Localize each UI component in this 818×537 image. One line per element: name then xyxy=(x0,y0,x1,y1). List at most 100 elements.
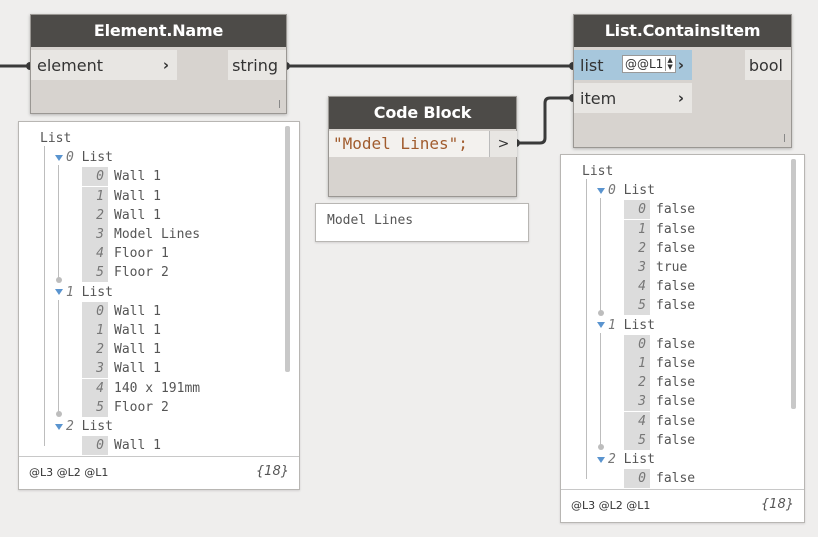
item-value: false xyxy=(656,279,696,295)
stepper-icon[interactable]: ▲ ▼ xyxy=(665,57,673,71)
expand-triangle-icon[interactable] xyxy=(597,322,605,329)
scrollbar[interactable] xyxy=(285,126,290,372)
item-value: Wall 1 xyxy=(114,361,161,377)
preview-footer: @L3 @L2 @L1 {18} xyxy=(561,489,804,522)
list-item: 1 false xyxy=(624,354,695,373)
list-item: 3 Model Lines xyxy=(82,225,200,244)
list-group[interactable]: 1 List xyxy=(55,283,113,302)
expand-triangle-icon[interactable] xyxy=(597,456,605,463)
code-editor[interactable]: "Model Lines"; xyxy=(329,131,489,157)
resize-grip-icon[interactable] xyxy=(784,134,785,142)
lacing-selector[interactable]: @@L1 ▲ ▼ xyxy=(622,55,676,73)
item-value: false xyxy=(656,413,696,429)
item-value: false xyxy=(656,202,696,218)
list-item: 0 false xyxy=(624,334,695,354)
item-value: Wall 1 xyxy=(114,438,161,454)
element-name-preview[interactable]: List 0 List 0 Wall 1 1 Wall 1 2 Wall 1 3 Model Li… xyxy=(18,121,300,490)
tree-guide-line xyxy=(600,332,601,447)
item-index: 5 xyxy=(624,296,650,316)
node-title: List.ContainsItem xyxy=(574,15,791,47)
list-item: 3 true xyxy=(624,258,687,277)
group-label: List xyxy=(615,183,655,199)
item-index: 5 xyxy=(624,430,650,450)
item-index: 2 xyxy=(624,238,650,258)
group-label: List xyxy=(615,452,655,467)
item-index: 0 xyxy=(624,469,650,489)
list-group[interactable]: 2 List xyxy=(55,417,113,436)
lacing-value: @@L1 xyxy=(625,57,664,71)
tree-guide-line xyxy=(44,146,45,446)
list-item: 0 Wall 1 xyxy=(82,436,161,456)
item-value: Wall 1 xyxy=(114,342,161,358)
scrollbar[interactable] xyxy=(791,159,796,409)
item-index: 1 xyxy=(624,354,650,373)
list-group[interactable]: 0 List xyxy=(597,181,655,200)
item-value: false xyxy=(656,221,696,237)
item-value: false xyxy=(656,471,696,487)
item-value: Wall 1 xyxy=(114,323,161,338)
list-group[interactable]: 2 List xyxy=(597,450,655,469)
expand-triangle-icon[interactable] xyxy=(55,154,63,161)
list-group[interactable]: 1 List xyxy=(597,316,655,335)
tree-guide-line xyxy=(586,179,587,479)
wire-code-to-item xyxy=(516,96,573,145)
list-item: 2 false xyxy=(624,238,695,258)
item-index: 2 xyxy=(82,205,108,225)
group-index: 1 xyxy=(608,317,616,333)
output-port-bool[interactable]: bool xyxy=(745,50,791,80)
input-port-item[interactable]: item › xyxy=(574,83,692,113)
group-index: 2 xyxy=(608,452,616,467)
contains-item-preview[interactable]: List 0 List 0 false 1 false 2 false 3 true 4 false 5… xyxy=(560,154,805,523)
group-index: 0 xyxy=(66,150,74,166)
item-index: 5 xyxy=(82,397,108,417)
item-value: Wall 1 xyxy=(114,303,161,319)
item-value: false xyxy=(656,375,696,391)
list-item: 5 false xyxy=(624,430,695,450)
input-port-element[interactable]: element › xyxy=(31,50,177,80)
output-port-string[interactable]: string xyxy=(228,50,286,80)
group-index: 2 xyxy=(66,419,74,434)
output-port-code[interactable]: > xyxy=(489,131,517,157)
chevron-right-icon: › xyxy=(162,56,170,74)
list-contains-item-node[interactable]: List.ContainsItem list › @@L1 ▲ ▼ item › … xyxy=(573,14,792,148)
list-item: 2 Wall 1 xyxy=(82,205,161,225)
list-item: 4 140 x 191mm xyxy=(82,378,201,398)
expand-triangle-icon[interactable] xyxy=(55,423,63,430)
item-value: Wall 1 xyxy=(114,207,161,223)
list-item: 0 false xyxy=(624,469,696,489)
dynamo-canvas[interactable]: Element.Name element › string List 0 List… xyxy=(0,0,818,537)
group-label: List xyxy=(73,150,113,166)
group-label: List xyxy=(73,284,113,300)
item-index: 0 xyxy=(82,301,108,321)
group-label: List xyxy=(73,419,113,434)
item-value: Floor 1 xyxy=(114,246,169,262)
expand-triangle-icon[interactable] xyxy=(55,289,63,296)
port-label: list xyxy=(580,55,604,75)
item-value: 140 x 191mm xyxy=(114,380,201,396)
expand-triangle-icon[interactable] xyxy=(597,187,605,194)
item-index: 3 xyxy=(82,225,108,244)
preview-value: Model Lines xyxy=(327,213,414,228)
list-item: 4 Floor 1 xyxy=(82,244,169,264)
port-label: item xyxy=(580,88,617,108)
element-name-node[interactable]: Element.Name element › string xyxy=(30,14,287,114)
list-item: 5 false xyxy=(624,296,696,316)
item-index: 4 xyxy=(624,411,650,431)
item-count: {18} xyxy=(760,497,794,512)
item-index: 1 xyxy=(624,219,650,239)
item-value: Floor 2 xyxy=(114,265,169,281)
item-value: false xyxy=(656,298,696,314)
item-index: 3 xyxy=(82,359,108,379)
list-item: 4 false xyxy=(624,277,696,297)
list-item: 3 Wall 1 xyxy=(82,359,161,379)
group-index: 1 xyxy=(66,284,74,300)
item-value: Wall 1 xyxy=(114,169,161,185)
list-levels: @L3 @L2 @L1 xyxy=(571,499,651,512)
code-block-node[interactable]: Code Block "Model Lines"; > xyxy=(328,96,517,197)
item-index: 2 xyxy=(624,373,650,393)
list-levels: @L3 @L2 @L1 xyxy=(29,466,109,479)
list-item: 3 false xyxy=(624,392,695,412)
resize-grip-icon[interactable] xyxy=(279,100,280,108)
list-group[interactable]: 0 List xyxy=(55,148,113,167)
preview-footer: @L3 @L2 @L1 {18} xyxy=(19,456,299,489)
